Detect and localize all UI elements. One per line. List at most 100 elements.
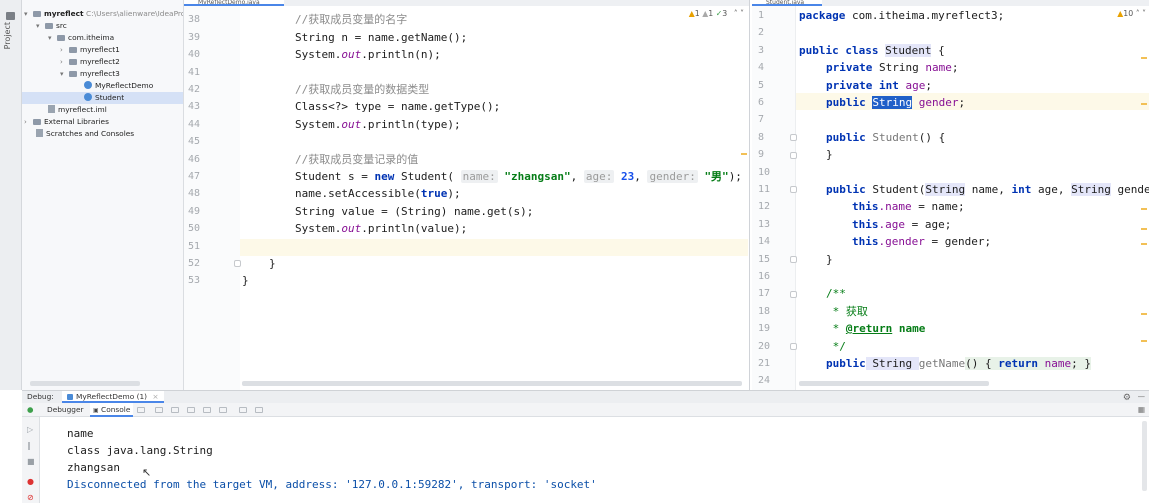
console-output[interactable]: name class java.lang.String zhangsan Dis… (40, 417, 1149, 503)
tree-item-student[interactable]: Student (22, 92, 183, 104)
console-line: class java.lang.String (67, 444, 213, 457)
fold-marker[interactable] (790, 343, 797, 350)
line-number: 12 (758, 201, 771, 212)
code-line: System.out.println(value); (295, 222, 468, 235)
tab-console[interactable]: ▣ Console (90, 403, 134, 417)
tool-window-strip: Project (0, 0, 22, 390)
chevron-down-icon[interactable]: ▾ (36, 20, 45, 32)
chevron-down-icon[interactable]: ▾ (48, 32, 57, 44)
line-number: 19 (758, 323, 771, 334)
debug-session-tab[interactable]: MyReflectDemo (1) × (62, 391, 164, 403)
chevron-down-icon[interactable]: ▾ (24, 8, 33, 20)
force-step-into-icon[interactable] (187, 407, 195, 413)
horizontal-scrollbar[interactable] (30, 381, 140, 386)
debug-bug-icon[interactable]: ● (27, 403, 33, 417)
error-stripe-mark[interactable] (1141, 228, 1147, 230)
run-config-icon (67, 394, 73, 400)
line-number: 2 (758, 27, 765, 38)
step-over-icon[interactable] (155, 407, 163, 413)
menu-icon[interactable] (137, 407, 145, 413)
fold-marker[interactable] (790, 152, 797, 159)
error-stripe-mark[interactable] (1141, 103, 1147, 105)
tree-item-src[interactable]: ▾ src (36, 20, 67, 32)
parameter-hint: name: (460, 170, 498, 183)
minimize-icon[interactable]: — (1138, 391, 1145, 403)
chevron-right-icon[interactable]: › (24, 116, 33, 128)
code-line: public class Student { (799, 44, 945, 57)
tree-item-com-itheima[interactable]: ▾ com.itheima (48, 32, 114, 44)
line-number: 4 (758, 62, 765, 73)
chevron-down-icon[interactable]: ▾ (60, 68, 69, 80)
fold-marker[interactable] (790, 186, 797, 193)
tree-item-myreflectdemo[interactable]: MyReflectDemo (84, 80, 153, 92)
code-line: this.name = name; (852, 200, 965, 213)
chevron-down-icon[interactable]: ˅ (740, 9, 744, 18)
folder-icon[interactable] (6, 12, 15, 20)
debug-side-toolbar: ▷ ‖ ■ ● ⊘ (22, 417, 40, 503)
code-line: * @return name (826, 322, 926, 335)
breakpoints-icon[interactable]: ● (27, 478, 35, 486)
editor-tab-strip: MyReflectDemo.java (184, 0, 749, 6)
console-icon: ▣ (93, 407, 99, 414)
tab-debugger[interactable]: Debugger (44, 403, 87, 417)
fold-marker[interactable] (790, 291, 797, 298)
code-line: System.out.println(type); (295, 118, 461, 131)
code-line: /** (826, 287, 846, 300)
error-stripe-mark[interactable] (741, 153, 747, 155)
chevron-right-icon[interactable]: › (60, 44, 69, 56)
editor-student[interactable]: Student.java ▲10 ˄ ˅ 1 2 3 4 5 6 7 8 9 1… (752, 0, 1149, 390)
step-out-icon[interactable] (203, 407, 211, 413)
run-to-cursor-icon[interactable] (219, 407, 227, 413)
tree-item-myreflect2[interactable]: › myreflect2 (60, 56, 120, 68)
evaluate-icon[interactable] (239, 407, 247, 413)
vertical-scrollbar[interactable] (1142, 421, 1147, 491)
tree-item-myreflect3[interactable]: ▾ myreflect3 (60, 68, 120, 80)
inspection-widget[interactable]: ▲10 ˄ ˅ (1117, 9, 1146, 18)
mute-breakpoints-icon[interactable]: ⊘ (27, 494, 35, 502)
line-number: 49 (188, 206, 201, 217)
trace-icon[interactable] (255, 407, 263, 413)
step-into-icon[interactable] (171, 407, 179, 413)
layout-icon[interactable]: ▦ (1138, 403, 1145, 417)
close-icon[interactable]: × (152, 392, 158, 401)
tree-item-myreflect-iml[interactable]: myreflect.iml (48, 104, 107, 116)
stop-icon[interactable]: ■ (27, 458, 35, 466)
parameter-hint: age: (583, 170, 615, 183)
chevron-down-icon[interactable]: ˅ (1142, 9, 1146, 18)
fold-marker[interactable] (234, 260, 241, 267)
fold-marker[interactable] (790, 134, 797, 141)
error-stripe-mark[interactable] (1141, 340, 1147, 342)
project-tool-window-button[interactable]: Project (3, 22, 12, 49)
line-number: 6 (758, 97, 765, 108)
resume-icon[interactable]: ▷ (27, 426, 35, 434)
file-icon (48, 105, 55, 113)
error-stripe-mark[interactable] (1141, 313, 1147, 315)
line-number: 42 (188, 84, 201, 95)
line-number: 53 (188, 275, 201, 286)
editor-myreflectdemo[interactable]: MyReflectDemo.java ▲1 ▲1 ✓3 ˄ ˅ 38 39 40… (184, 0, 750, 390)
line-number: 7 (758, 114, 765, 125)
line-number: 38 (188, 14, 201, 25)
fold-marker[interactable] (790, 256, 797, 263)
tree-item-myreflect[interactable]: ▾ myreflect C:\Users\alienware\IdeaProj (24, 8, 183, 20)
editor-tab-strip: Student.java (752, 0, 1149, 6)
line-number: 50 (188, 223, 201, 234)
tree-item-myreflect1[interactable]: › myreflect1 (60, 44, 120, 56)
tree-item-scratches[interactable]: Scratches and Consoles (36, 128, 134, 140)
error-stripe-mark[interactable] (1141, 243, 1147, 245)
pause-icon[interactable]: ‖ (27, 442, 35, 450)
parameter-hint: gender: (647, 170, 698, 183)
chevron-up-icon[interactable]: ˄ (1136, 9, 1140, 18)
chevron-up-icon[interactable]: ˄ (734, 9, 738, 18)
error-stripe-mark[interactable] (1141, 208, 1147, 210)
tree-item-external-libraries[interactable]: › External Libraries (24, 116, 109, 128)
horizontal-scrollbar[interactable] (799, 381, 989, 386)
code-line: public Student() { (826, 131, 946, 144)
code-line: public String gender; (826, 96, 966, 109)
inspection-widget[interactable]: ▲1 ▲1 ✓3 ˄ ˅ (689, 9, 744, 18)
line-number: 1 (758, 10, 765, 21)
chevron-right-icon[interactable]: › (60, 56, 69, 68)
code-line: //获取成员变量的数据类型 (295, 83, 430, 96)
error-stripe-mark[interactable] (1141, 57, 1147, 59)
horizontal-scrollbar[interactable] (242, 381, 742, 386)
